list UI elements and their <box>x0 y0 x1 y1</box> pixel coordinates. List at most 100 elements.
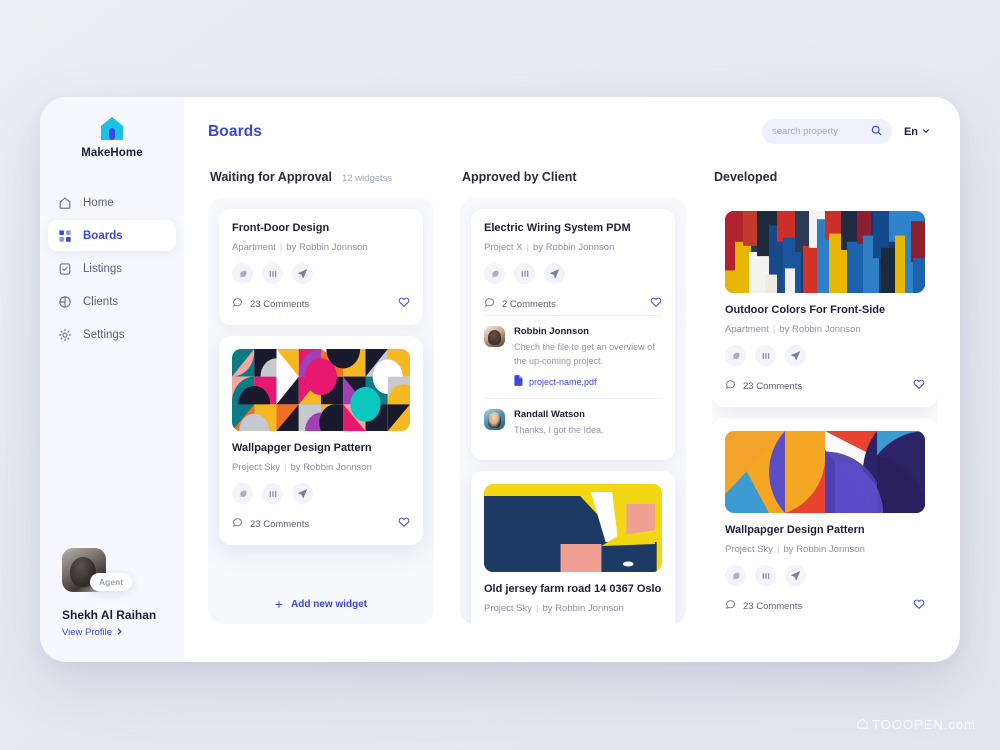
send-icon[interactable] <box>544 263 565 284</box>
sidebar-nav: Home Boards Listings Clients Settings <box>40 187 184 350</box>
sidebar-item-label: Settings <box>83 328 125 341</box>
card-title: Outdoor Colors For Front-Side <box>725 304 886 316</box>
send-icon[interactable] <box>785 345 806 366</box>
tag-icon[interactable] <box>232 483 253 504</box>
comment-author: Randall Watson <box>514 409 585 420</box>
topbar: Boards En <box>208 119 960 144</box>
comment-count[interactable]: 23 Comments <box>232 297 309 311</box>
column-header: Developed <box>712 170 938 184</box>
card-actions <box>725 345 925 366</box>
search-icon[interactable] <box>871 123 882 141</box>
card-footer: 2 Comments <box>484 295 662 313</box>
attachment-link[interactable]: project-name.pdf <box>514 375 662 388</box>
card-title: Electric Wiring System PDM <box>484 222 631 234</box>
comment-count[interactable]: 23 Comments <box>725 599 802 613</box>
tag-icon[interactable] <box>725 345 746 366</box>
card-author: by Robbin Jonnson <box>542 602 624 614</box>
column-waiting-for-approval: Waiting for Approval 12 widgetss Front-D… <box>208 170 434 624</box>
heart-icon[interactable] <box>398 295 410 313</box>
plus-icon: + <box>274 596 284 612</box>
column-count: 12 widgetss <box>342 173 393 184</box>
comment-count[interactable]: 2 Comments <box>484 297 556 311</box>
send-icon[interactable] <box>292 263 313 284</box>
heart-icon[interactable] <box>650 295 662 313</box>
chevron-right-icon <box>116 627 123 638</box>
brand-name: MakeHome <box>81 147 143 159</box>
sidebar-item-clients[interactable]: Clients <box>48 286 176 317</box>
columns-icon[interactable] <box>755 565 776 586</box>
sidebar-item-label: Clients <box>83 295 119 308</box>
card-old-jersey-farm-road[interactable]: Old jersey farm road 14 0367 Oslo Projec… <box>471 470 675 624</box>
card-thumbnail <box>725 211 925 293</box>
card-actions <box>725 565 925 586</box>
sidebar-item-label: Boards <box>83 229 123 242</box>
send-icon[interactable] <box>785 565 806 586</box>
comment-count[interactable]: 23 Comments <box>232 517 309 531</box>
columns-icon[interactable] <box>514 263 535 284</box>
divider <box>484 398 662 399</box>
language-selector[interactable]: En <box>904 126 930 138</box>
card-meta: Apartment | by Robbin Jonnson <box>725 324 861 335</box>
column-header: Approved by Client <box>460 170 686 184</box>
pie-icon <box>58 295 72 309</box>
comment-icon <box>484 297 495 311</box>
card-electric-wiring-system[interactable]: Electric Wiring System PDM Project X | by … <box>471 209 675 460</box>
user-profile: Agent Shekh Al Raihan View Profile <box>40 548 184 638</box>
columns-icon[interactable] <box>262 483 283 504</box>
home-icon <box>58 196 72 210</box>
sidebar-item-label: Listings <box>83 262 122 275</box>
board-columns: Waiting for Approval 12 widgetss Front-D… <box>208 170 960 624</box>
search-input[interactable] <box>771 126 865 137</box>
avatar <box>484 409 505 430</box>
comment-thread-item: Randall Watson Thanks, I got the Idea. <box>484 409 662 438</box>
comment-thread-item: Robbin Jonnson Chech the file to get an … <box>484 326 662 388</box>
comment-count-label: 23 Comments <box>250 298 310 310</box>
comment-count-label: 23 Comments <box>250 518 310 530</box>
profile-name: Shekh Al Raihan <box>62 608 157 622</box>
card-author: by Robbin Jonnson <box>779 324 861 335</box>
card-wallpaper-design-pattern[interactable]: Wallpapger Design Pattern Project Sky | by… <box>219 336 423 545</box>
send-icon[interactable] <box>292 483 313 504</box>
comment-text: Chech the file to get an overview of the… <box>514 342 655 366</box>
sidebar-item-home[interactable]: Home <box>48 187 176 218</box>
card-title: Old jersey farm road 14 0367 Oslo <box>484 582 662 595</box>
heart-icon[interactable] <box>913 377 925 395</box>
comment-count[interactable]: 23 Comments <box>725 379 802 393</box>
tag-icon[interactable] <box>232 263 253 284</box>
column-title: Approved by Client <box>462 170 577 184</box>
card-author: by Robbin Jonnson <box>783 544 865 555</box>
view-profile-link[interactable]: View Profile <box>62 627 184 638</box>
card-wallpaper-design-pattern-dev[interactable]: Wallpapger Design Pattern Project Sky | by… <box>712 418 938 624</box>
add-new-widget-button[interactable]: + Add new widget <box>219 591 423 613</box>
divider <box>484 315 662 316</box>
column-developed: Developed Outdoor Colors For Front-Side … <box>712 170 938 624</box>
card-actions <box>232 483 410 504</box>
heart-icon[interactable] <box>398 515 410 533</box>
columns-icon[interactable] <box>755 345 776 366</box>
gear-icon <box>58 328 72 342</box>
search-box[interactable] <box>761 119 892 144</box>
comment-text: Thanks, I got the Idea. <box>514 425 604 435</box>
comment-icon <box>232 297 243 311</box>
card-meta: Project Sky | by Robbin Jonnson <box>725 544 865 555</box>
columns-icon[interactable] <box>262 263 283 284</box>
card-title: Wallpapger Design Pattern <box>725 524 865 536</box>
comment-count-label: 23 Comments <box>743 600 803 612</box>
card-outdoor-colors[interactable]: Outdoor Colors For Front-Side Apartment |… <box>712 198 938 407</box>
house-icon <box>99 115 125 141</box>
card-category: Project Sky <box>725 544 774 555</box>
card-thumbnail <box>725 431 925 513</box>
column-body: Electric Wiring System PDM Project X | by … <box>460 198 686 624</box>
column-body: Front-Door Design Apartment | by Robbin Jo… <box>208 198 434 624</box>
sidebar-item-settings[interactable]: Settings <box>48 319 176 350</box>
tag-icon[interactable] <box>725 565 746 586</box>
tag-icon[interactable] <box>484 263 505 284</box>
card-actions <box>484 263 662 284</box>
sidebar-item-label: Home <box>83 196 114 209</box>
avatar <box>484 326 505 347</box>
sidebar-item-boards[interactable]: Boards <box>48 220 176 251</box>
card-meta: Project Sky | by Robbin Jonnson <box>484 602 624 614</box>
card-front-door-design[interactable]: Front-Door Design Apartment | by Robbin Jo… <box>219 209 423 325</box>
sidebar-item-listings[interactable]: Listings <box>48 253 176 284</box>
heart-icon[interactable] <box>913 597 925 615</box>
